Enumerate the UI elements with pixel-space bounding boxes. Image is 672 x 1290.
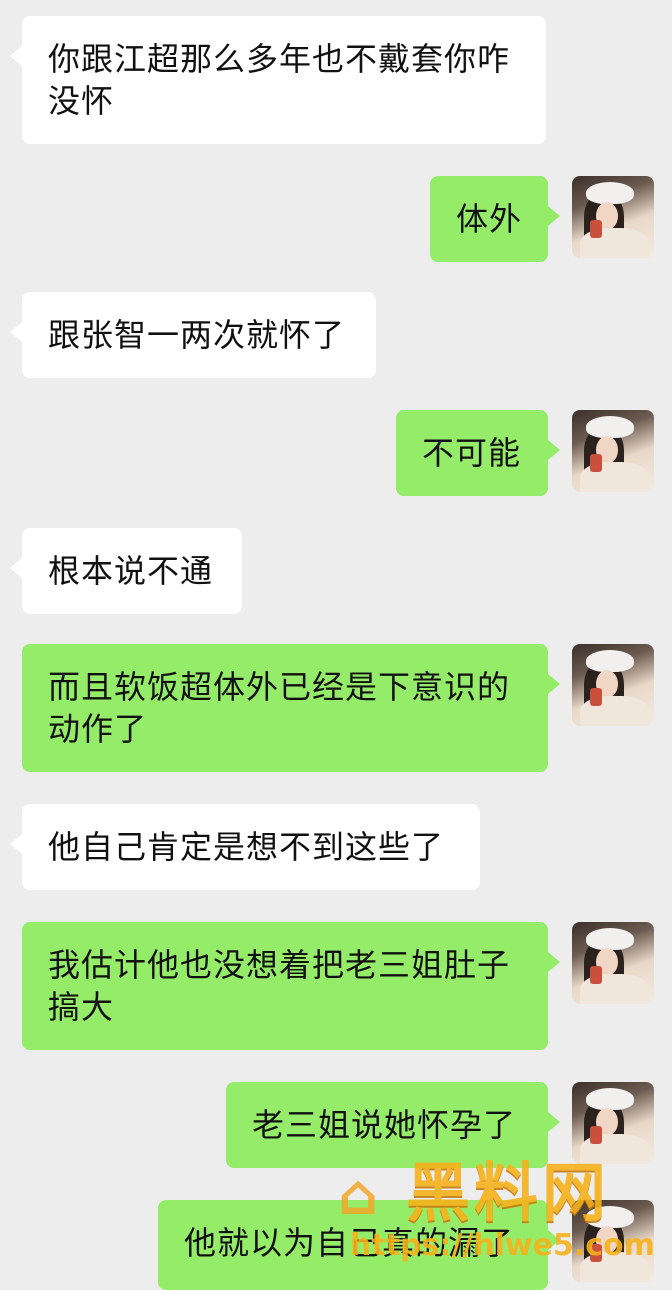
message-bubble-sent[interactable]: 不可能 (396, 410, 560, 496)
message-text: 他自己肯定是想不到这些了 (48, 828, 445, 866)
avatar[interactable] (572, 176, 654, 258)
avatar[interactable] (572, 1200, 654, 1282)
message-text: 你跟江超那么多年也不戴套你咋没怀 (48, 40, 511, 120)
message-bubble-received[interactable]: 跟张智一两次就怀了 (10, 292, 376, 378)
message-text: 不可能 (422, 434, 522, 472)
message-text: 体外 (456, 200, 523, 238)
message-bubble-sent[interactable]: 老三姐说她怀孕了 (226, 1082, 560, 1168)
message-bubble-received[interactable]: 你跟江超那么多年也不戴套你咋没怀 (10, 16, 546, 144)
message-text: 而且软饭超体外已经是下意识的动作了 (48, 668, 511, 748)
avatar[interactable] (572, 644, 654, 726)
message-text: 他就以为自己真的漏了 (184, 1224, 515, 1262)
message-text: 跟张智一两次就怀了 (48, 316, 346, 354)
message-bubble-sent[interactable]: 我估计他也没想着把老三姐肚子搞大 (22, 922, 560, 1050)
message-bubble-sent[interactable]: 体外 (430, 176, 560, 262)
avatar[interactable] (572, 922, 654, 1004)
message-bubble-received[interactable]: 他自己肯定是想不到这些了 (10, 804, 480, 890)
avatar[interactable] (572, 1082, 654, 1164)
message-bubble-received[interactable]: 根本说不通 (10, 528, 242, 614)
message-bubble-sent[interactable]: 而且软饭超体外已经是下意识的动作了 (22, 644, 560, 772)
message-text: 根本说不通 (48, 552, 214, 590)
message-bubble-sent[interactable]: 他就以为自己真的漏了 (158, 1200, 560, 1290)
message-text: 老三姐说她怀孕了 (252, 1106, 517, 1144)
avatar[interactable] (572, 410, 654, 492)
message-text: 我估计他也没想着把老三姐肚子搞大 (48, 946, 511, 1026)
